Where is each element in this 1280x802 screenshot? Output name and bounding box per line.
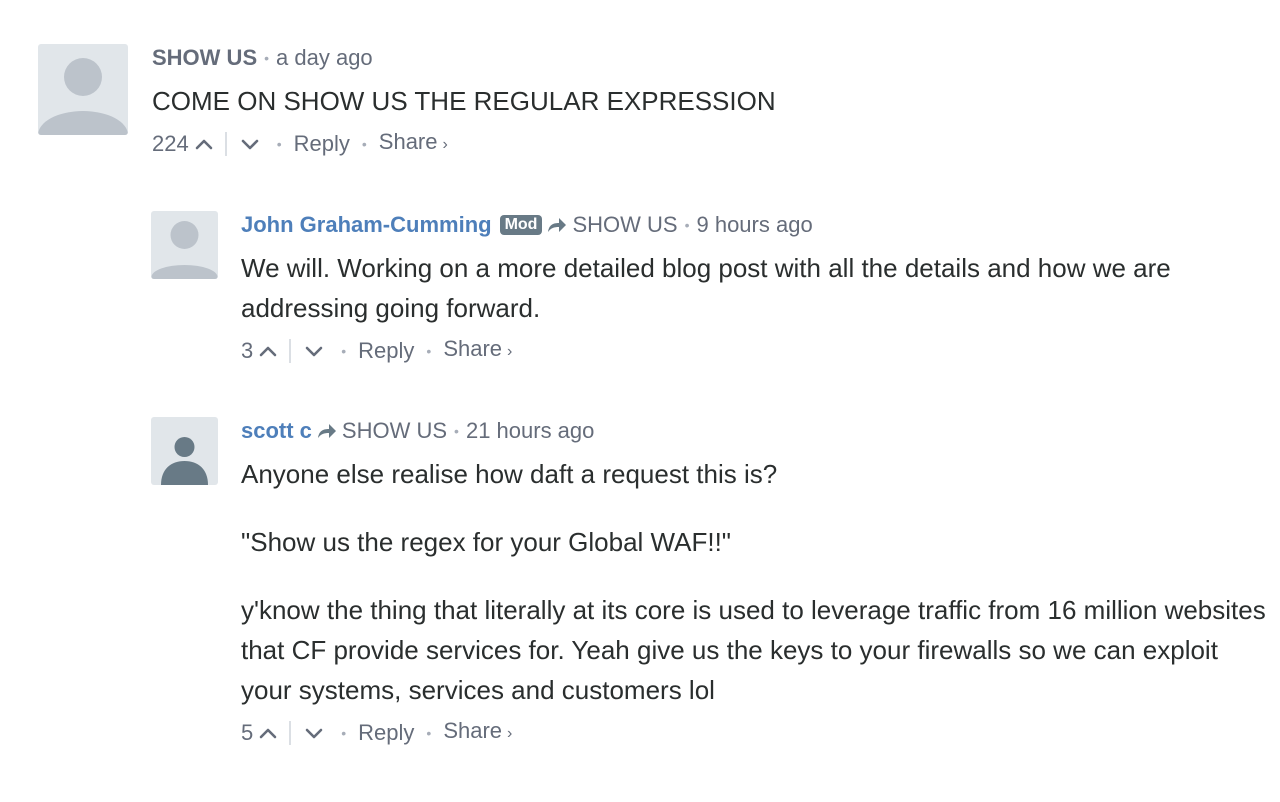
- comment: John Graham-Cumming Mod SHOW US • 9 hour…: [151, 211, 1271, 367]
- avatar[interactable]: [151, 417, 218, 485]
- vote-divider: [224, 131, 227, 156]
- comment-paragraph: Anyone else realise how daft a request t…: [241, 459, 778, 489]
- vote-divider: [289, 720, 292, 745]
- share-button[interactable]: Share ›: [443, 716, 512, 749]
- separator-dot: •: [361, 135, 367, 152]
- upvote-button[interactable]: [189, 132, 219, 156]
- comment: SHOW US • a day ago COME ON SHOW US THE …: [38, 44, 1192, 160]
- separator-dot: •: [684, 217, 690, 233]
- share-button[interactable]: Share ›: [379, 127, 448, 160]
- avatar[interactable]: [38, 44, 128, 135]
- reply-arrow-icon: [317, 424, 336, 438]
- default-avatar-icon: [38, 58, 128, 135]
- reply-arrow-icon: [548, 218, 567, 232]
- comment-footer: 3 • Reply • Share ›: [241, 334, 1271, 367]
- share-label: Share: [443, 336, 503, 361]
- comment-paragraph: "Show us the regex for your Global WAF!!…: [241, 527, 732, 557]
- share-label: Share: [443, 718, 503, 743]
- chevron-down-icon: [305, 728, 323, 738]
- timestamp[interactable]: 9 hours ago: [696, 211, 812, 239]
- separator-dot: •: [276, 135, 282, 152]
- comment-paragraph: We will. Working on a more detailed blog…: [241, 253, 1171, 323]
- author-name[interactable]: scott c: [241, 417, 312, 445]
- share-label: Share: [378, 129, 438, 154]
- mod-badge: Mod: [499, 215, 543, 235]
- timestamp[interactable]: 21 hours ago: [466, 417, 594, 445]
- chevron-down-icon: [241, 139, 259, 149]
- default-avatar-icon: [161, 437, 208, 485]
- timestamp[interactable]: a day ago: [276, 44, 373, 72]
- chevron-up-icon: [195, 139, 213, 149]
- share-chevron-icon: ›: [507, 725, 513, 742]
- comment-paragraph: y'know the thing that literally at its c…: [241, 595, 1266, 705]
- downvote-button[interactable]: [299, 721, 329, 745]
- chevron-down-icon: [305, 346, 323, 356]
- separator-dot: •: [426, 342, 432, 359]
- author-name[interactable]: John Graham-Cumming: [241, 211, 492, 239]
- comment: scott c SHOW US • 21 hours ago Anyone el…: [151, 417, 1271, 749]
- comment-text: Anyone else realise how daft a request t…: [241, 454, 1271, 710]
- share-chevron-icon: ›: [507, 343, 513, 360]
- chevron-up-icon: [259, 728, 277, 738]
- comment-text: We will. Working on a more detailed blog…: [241, 248, 1271, 328]
- author-name: SHOW US: [152, 45, 258, 70]
- comment-header: John Graham-Cumming Mod SHOW US • 9 hour…: [241, 211, 1271, 239]
- downvote-button[interactable]: [299, 339, 329, 363]
- downvote-button[interactable]: [235, 132, 265, 156]
- vote-divider: [289, 338, 292, 363]
- reply-button[interactable]: Reply: [358, 336, 414, 366]
- avatar[interactable]: [151, 211, 218, 279]
- share-chevron-icon: ›: [442, 136, 448, 153]
- comment-footer: 224 • Reply • Share ›: [152, 127, 1192, 160]
- separator-dot: •: [426, 724, 432, 741]
- reply-button[interactable]: Reply: [294, 129, 350, 159]
- comment-thread: SHOW US • a day ago COME ON SHOW US THE …: [0, 0, 1280, 802]
- default-avatar-icon: [151, 221, 218, 279]
- reply-to-author[interactable]: SHOW US: [342, 417, 447, 445]
- vote-count: 224: [152, 130, 189, 156]
- share-button[interactable]: Share ›: [443, 334, 512, 367]
- reply-button[interactable]: Reply: [358, 718, 414, 748]
- upvote-button[interactable]: [253, 339, 283, 363]
- separator-dot: •: [264, 50, 270, 66]
- vote-count: 3: [241, 337, 254, 363]
- comment-paragraph: COME ON SHOW US THE REGULAR EXPRESSION: [152, 86, 776, 116]
- comment-text: COME ON SHOW US THE REGULAR EXPRESSION: [152, 81, 1192, 121]
- comment-header: SHOW US • a day ago: [152, 44, 1192, 72]
- comment-header: scott c SHOW US • 21 hours ago: [241, 417, 1271, 445]
- separator-dot: •: [341, 724, 347, 741]
- upvote-button[interactable]: [253, 721, 283, 745]
- chevron-up-icon: [259, 346, 277, 356]
- vote-count: 5: [241, 719, 254, 745]
- reply-to-author[interactable]: SHOW US: [572, 211, 677, 239]
- comment-footer: 5 • Reply • Share ›: [241, 716, 1271, 749]
- separator-dot: •: [341, 342, 347, 359]
- separator-dot: •: [454, 423, 459, 439]
